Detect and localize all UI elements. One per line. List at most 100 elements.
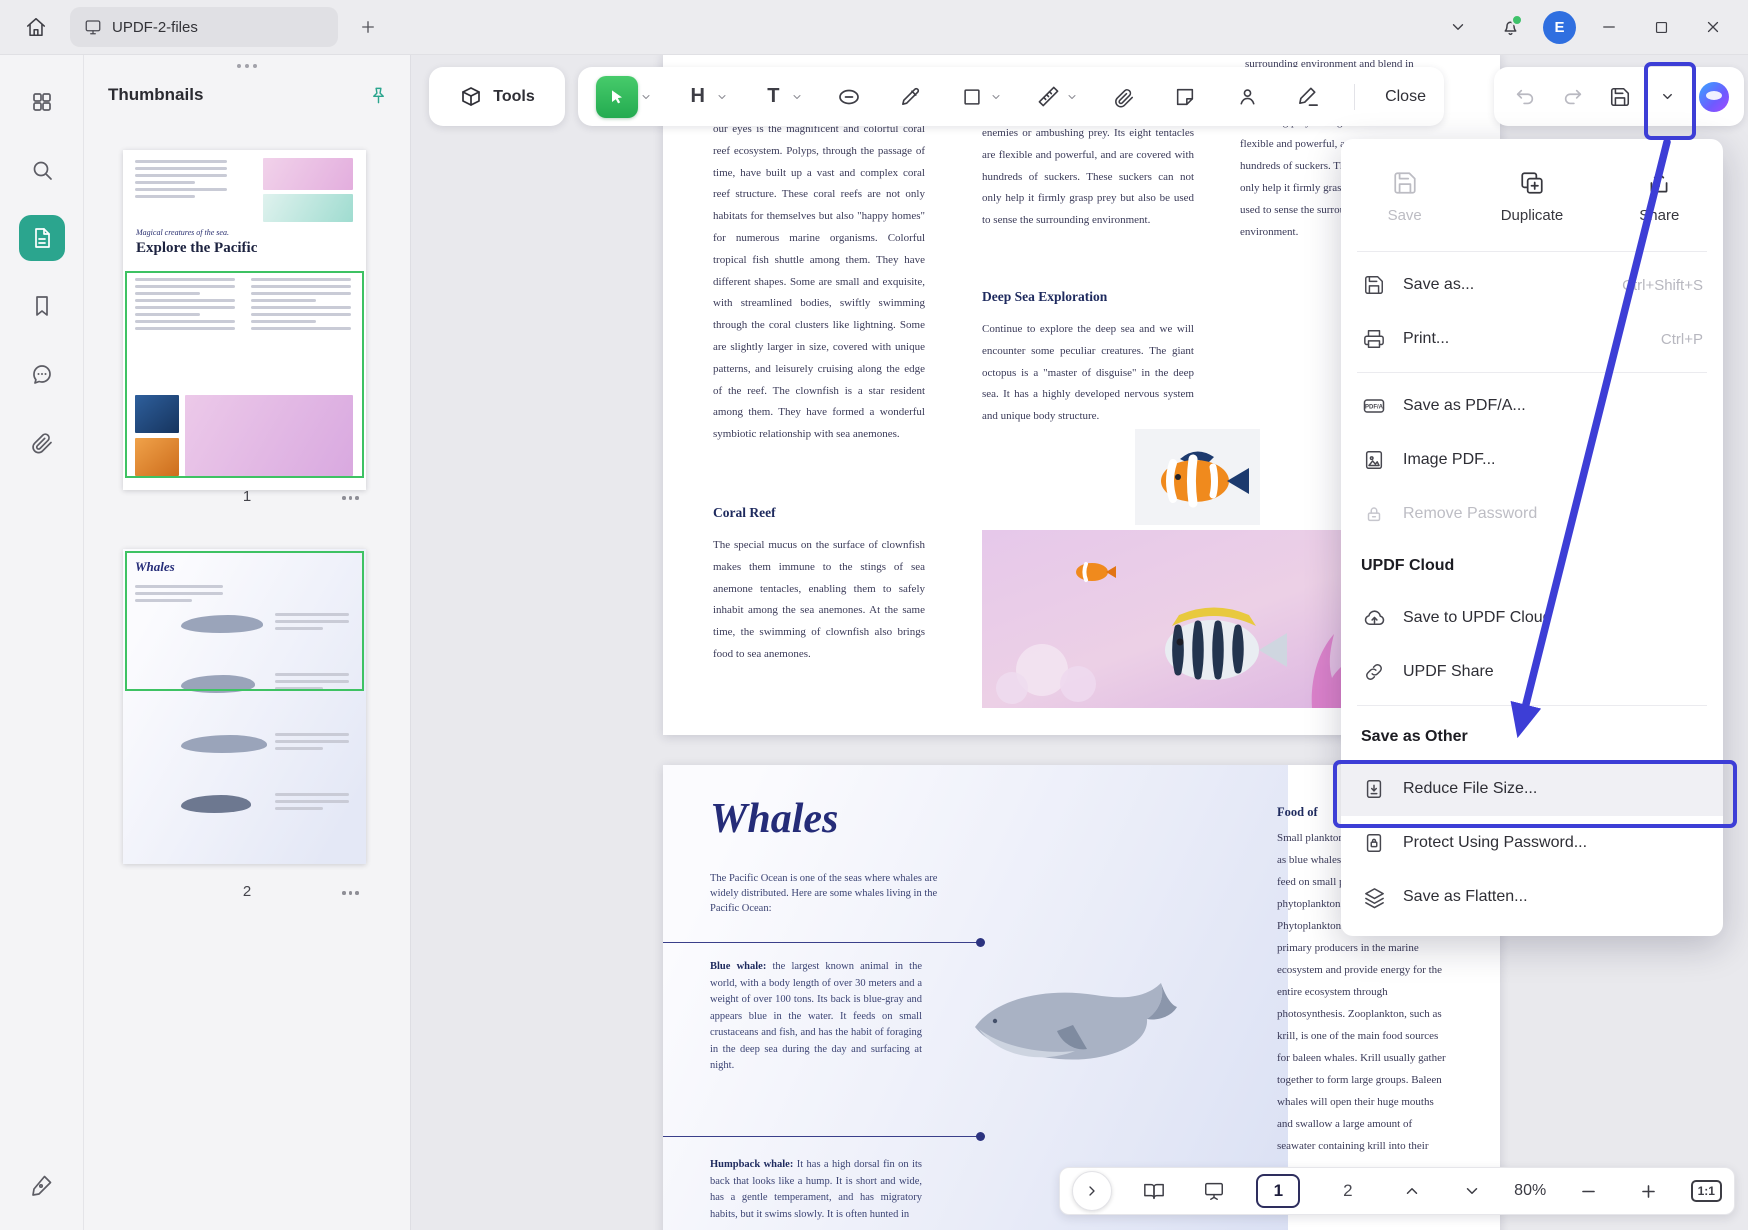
page1-col1-paragraph-2: The special mucus on the surface of clow… <box>713 535 925 666</box>
printer-icon <box>1361 328 1387 350</box>
presentation-icon <box>1203 1180 1225 1202</box>
thumbnail-label-row-1: 1 <box>84 488 410 510</box>
rail-thumbnails-button[interactable] <box>19 215 65 261</box>
thumbnail-page-2[interactable]: Whales <box>123 549 366 864</box>
save-options-dropdown-button[interactable] <box>1651 75 1683 119</box>
rail-signature-button[interactable] <box>19 1162 65 1208</box>
heading-tool-button[interactable]: H <box>682 75 714 119</box>
monitor-icon <box>84 18 102 36</box>
sticker-tool-button[interactable] <box>1169 75 1201 119</box>
titlebar-chevron-button[interactable] <box>1439 8 1477 46</box>
flatten-layers-icon <box>1361 886 1387 909</box>
rail-attachment-button[interactable] <box>19 419 65 465</box>
menu-item-protect-password[interactable]: Protect Using Password... <box>1341 816 1723 870</box>
menu-item-reduce-file-size[interactable]: Reduce File Size... <box>1341 762 1723 816</box>
left-rail <box>0 55 84 1230</box>
account-avatar[interactable]: E <box>1543 11 1576 44</box>
chevron-down-icon <box>1463 1182 1481 1200</box>
previous-page-button[interactable] <box>1395 1173 1429 1209</box>
fill-sign-button[interactable] <box>1293 75 1325 119</box>
menu-item-updf-share[interactable]: UPDF Share <box>1341 645 1723 699</box>
pin-icon[interactable] <box>369 86 388 105</box>
measure-tool-button[interactable] <box>1032 75 1064 119</box>
menu-top-actions: Save Duplicate Share <box>1341 149 1723 245</box>
thumbnail-more-button[interactable] <box>342 891 359 895</box>
next-page-button[interactable] <box>1455 1173 1489 1209</box>
expand-bar-button[interactable] <box>1072 1171 1112 1211</box>
menu-item-image-pdf[interactable]: Image PDF... <box>1341 433 1723 487</box>
section-separator-dot <box>976 1132 985 1141</box>
rail-search-button[interactable] <box>19 147 65 193</box>
notifications-button[interactable] <box>1491 8 1529 46</box>
paperclip-icon <box>1113 86 1135 108</box>
save-icon <box>1609 86 1631 108</box>
page1-col2-paragraph-2: Continue to explore the deep sea and we … <box>982 319 1194 428</box>
zoom-level[interactable]: 80% <box>1514 1182 1546 1200</box>
zoom-in-button[interactable] <box>1631 1173 1665 1209</box>
thumbnail-more-button[interactable] <box>342 496 359 500</box>
mini-subtitle: Magical creatures of the sea. <box>136 228 229 237</box>
chevron-right-icon <box>1084 1183 1100 1199</box>
search-icon <box>30 158 54 182</box>
thumbnails-panel: Thumbnails Magical creatures of the sea.… <box>84 55 411 1230</box>
highlighter-tool-button[interactable] <box>895 75 927 119</box>
updf-ai-button[interactable] <box>1699 82 1729 112</box>
attach-file-button[interactable] <box>1108 75 1140 119</box>
cursor-icon <box>607 87 627 107</box>
shape-tool-chevron[interactable] <box>990 91 1002 103</box>
mini-fish-photo <box>135 395 179 433</box>
blue-whale-entry: Blue whale: the largest known animal in … <box>710 959 922 1075</box>
menu-item-save-as[interactable]: Save as... Ctrl+Shift+S <box>1341 258 1723 312</box>
select-tool-button[interactable] <box>596 76 638 118</box>
text-tool-icon: T <box>767 85 779 108</box>
rail-comment-button[interactable] <box>19 351 65 397</box>
tools-button[interactable]: Tools <box>429 67 565 126</box>
menu-save-button[interactable]: Save <box>1341 170 1468 224</box>
menu-item-save-to-cloud[interactable]: Save to UPDF Cloud <box>1341 591 1723 645</box>
shape-tool-button[interactable] <box>956 75 988 119</box>
new-tab-button[interactable] <box>352 11 384 43</box>
svg-text:PDF/A: PDF/A <box>1365 405 1384 411</box>
comment-tool-button[interactable] <box>833 75 865 119</box>
page-button-2[interactable]: 2 <box>1326 1174 1370 1208</box>
maximize-button[interactable] <box>1642 8 1680 46</box>
close-edit-button[interactable]: Close <box>1385 75 1426 119</box>
measure-tool-chevron[interactable] <box>1066 91 1078 103</box>
paperclip-icon <box>30 430 54 454</box>
home-button[interactable] <box>16 7 56 47</box>
save-options-menu: Save Duplicate Share Save as... Ctrl+Shi… <box>1341 139 1723 936</box>
text-tool-button[interactable]: T <box>757 75 789 119</box>
slideshow-view-button[interactable] <box>1197 1173 1231 1209</box>
zoom-out-button[interactable] <box>1572 1173 1606 1209</box>
panel-drag-handle[interactable] <box>84 64 410 68</box>
page1-col1-paragraph: our eyes is the magnificent and colorful… <box>713 119 925 446</box>
undo-button[interactable] <box>1509 75 1541 119</box>
mini-whale-illustration <box>181 615 263 633</box>
page-button-1[interactable]: 1 <box>1256 1174 1300 1208</box>
menu-item-print[interactable]: Print... Ctrl+P <box>1341 312 1723 366</box>
save-button[interactable] <box>1604 75 1636 119</box>
menu-item-remove-password[interactable]: Remove Password <box>1341 487 1723 541</box>
rail-grid-button[interactable] <box>19 79 65 125</box>
heading-tool-chevron[interactable] <box>716 91 728 103</box>
reading-view-button[interactable] <box>1137 1173 1171 1209</box>
menu-item-save-as-pdfa[interactable]: PDF/A Save as PDF/A... <box>1341 379 1723 433</box>
redo-button[interactable] <box>1557 75 1589 119</box>
thumbnail-page-1[interactable]: Magical creatures of the sea. Explore th… <box>123 150 366 490</box>
minimize-button[interactable] <box>1590 8 1628 46</box>
actual-size-button[interactable]: 1:1 <box>1691 1180 1722 1202</box>
bookmark-icon <box>30 294 54 318</box>
select-tool-chevron[interactable] <box>640 91 652 103</box>
menu-duplicate-button[interactable]: Duplicate <box>1468 170 1595 224</box>
tools-icon <box>459 85 483 109</box>
signature-person-button[interactable] <box>1231 75 1263 119</box>
menu-share-button[interactable]: Share <box>1596 170 1723 224</box>
heading-tool-icon: H <box>690 85 704 108</box>
page-icon <box>30 226 54 250</box>
rail-bookmark-button[interactable] <box>19 283 65 329</box>
text-tool-chevron[interactable] <box>791 91 803 103</box>
close-window-button[interactable] <box>1694 8 1732 46</box>
menu-item-save-as-flatten[interactable]: Save as Flatten... <box>1341 870 1723 924</box>
close-icon <box>1704 18 1722 36</box>
document-tab[interactable]: UPDF-2-files <box>70 7 338 47</box>
